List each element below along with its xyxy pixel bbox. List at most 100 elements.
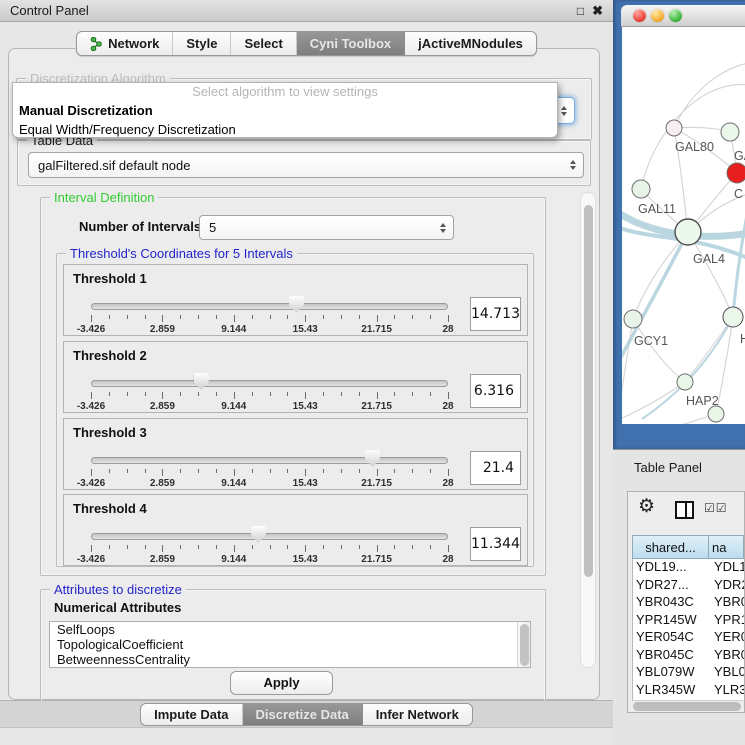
table-data-combo[interactable]: galFiltered.sif default node [28,152,584,178]
content-vertical-scrollbar[interactable] [580,192,596,668]
cell[interactable]: YBR0 [710,647,744,665]
table-horizontal-scrollbar[interactable] [632,700,743,712]
threshold-1-value-field[interactable]: 14.713 [470,297,521,331]
threshold-2-slider[interactable]: -3.4262.8599.14415.4321.71528 [91,374,448,414]
list-item[interactable]: SelfLoops [50,622,530,637]
algorithm-placeholder-option[interactable]: Select algorithm to view settings [13,83,557,101]
slider-thumb[interactable] [289,296,304,313]
threshold-3-value-field[interactable]: 21.4 [470,451,521,485]
cell[interactable]: YBR0 [710,594,744,612]
table-row[interactable]: YBR045CYBR0 [633,647,744,665]
network-nodes[interactable] [624,120,745,422]
table-row[interactable]: YBL079WYBL0 [633,664,744,682]
scrollbar-thumb[interactable] [520,624,529,666]
slider-thumb[interactable] [194,373,209,390]
cell[interactable]: YDL19... [633,559,710,577]
tick-mark [377,315,378,322]
threshold-2-label: Threshold 2 [73,348,147,363]
table-row[interactable]: YPR145WYPR1 [633,612,744,630]
node-top-right[interactable] [721,123,739,141]
tick-mark [359,545,360,549]
cell[interactable]: YBR045C [633,647,710,665]
cell[interactable]: YDR27... [633,577,710,595]
numerical-attributes-list[interactable]: SelfLoops TopologicalCoefficient Between… [49,621,531,668]
tick-mark [216,545,217,549]
cell[interactable]: YER0 [710,629,744,647]
tick-mark [109,545,110,549]
cell[interactable]: YER054C [633,629,710,647]
tick-mark [394,315,395,319]
tab-infer-network[interactable]: Infer Network [363,704,472,725]
algorithm-option-equal-width[interactable]: Equal Width/Frequency Discretization [13,120,557,139]
tick-mark [305,469,306,476]
cell[interactable]: YDL1 [710,559,744,577]
tick-mark [448,392,449,399]
network-canvas[interactable]: GAL80 GA C GAL11 GAL4 GCY1 H HAP2 [622,27,745,424]
threshold-4-value-field[interactable]: 11.344 [470,527,521,561]
table-row[interactable]: YER054CYER0 [633,629,744,647]
node-gal80[interactable] [666,120,682,136]
tab-network-label: Network [108,36,159,51]
float-icon[interactable]: □ [577,4,584,18]
tick-mark [180,545,181,549]
close-icon[interactable]: ✖ [592,3,603,19]
tab-select[interactable]: Select [231,32,296,55]
node-gal11[interactable] [632,180,650,198]
threshold-2-value-field[interactable]: 6.316 [470,374,521,408]
table-row[interactable]: YBR043CYBR0 [633,594,744,612]
num-intervals-combo[interactable]: 5 [199,215,454,240]
close-traffic-light[interactable] [633,9,646,22]
column-header-shared-name[interactable]: shared... [632,535,709,559]
tab-discretize-data[interactable]: Discretize Data [243,704,363,725]
tab-network[interactable]: Network [77,32,173,55]
table-row[interactable]: YLR345WYLR3 [633,682,744,700]
node-h[interactable] [723,307,743,327]
slider-thumb[interactable] [365,450,380,467]
gear-icon[interactable]: ⚙ [638,495,655,518]
list-item[interactable]: TopologicalCoefficient [50,637,530,652]
column-layout-icon[interactable] [675,501,694,519]
slider-scale-labels: -3.4262.8599.14415.4321.71528 [91,478,448,490]
cell[interactable]: YPR145W [633,612,710,630]
cell[interactable]: YBL079W [633,664,710,682]
node-gal4[interactable] [675,219,701,245]
node-bottom-partial[interactable] [708,406,724,422]
slider-track[interactable] [91,303,448,310]
algorithm-option-manual[interactable]: Manual Discretization [13,101,557,120]
cell[interactable]: YLR345W [633,682,710,700]
attributes-list-scrollbar[interactable] [517,622,530,667]
node-gcy1[interactable] [624,310,642,328]
threshold-3-slider[interactable]: -3.4262.8599.14415.4321.71528 [91,451,448,491]
list-item[interactable]: BetweennessCentrality [50,652,530,667]
scrollbar-thumb[interactable] [584,205,593,577]
slider-track[interactable] [91,533,448,540]
node-red-selected[interactable] [727,163,745,183]
minimize-traffic-light[interactable] [651,9,664,22]
cell[interactable]: YBL0 [710,664,744,682]
combo-arrows-icon [440,223,446,233]
tick-mark [412,315,413,319]
cell[interactable]: YDR2 [710,577,744,595]
tab-style[interactable]: Style [173,32,231,55]
apply-button[interactable]: Apply [230,671,333,695]
table-row[interactable]: YDR27...YDR2 [633,577,744,595]
node-hap2[interactable] [677,374,693,390]
threshold-1-slider[interactable]: -3.4262.8599.14415.4321.71528 [91,297,448,337]
tab-impute-data[interactable]: Impute Data [141,704,242,725]
threshold-4-slider[interactable]: -3.4262.8599.14415.4321.71528 [91,527,448,567]
tab-jactivemnodules[interactable]: jActiveMNodules [405,32,536,55]
slider-thumb[interactable] [251,526,266,543]
slider-track[interactable] [91,380,448,387]
checkbox-icons[interactable]: ☑☑ [704,501,728,515]
tab-cyni-toolbox[interactable]: Cyni Toolbox [297,32,405,55]
slider-track[interactable] [91,457,448,464]
cell[interactable]: YLR3 [710,682,744,700]
scrollbar-thumb[interactable] [633,702,741,711]
cell[interactable]: YPR1 [710,612,744,630]
table-row[interactable]: YDL19...YDL1 [633,559,744,577]
node-label: GCY1 [634,334,668,348]
column-header-name[interactable]: na [709,535,744,559]
scale-label: 21.715 [361,324,392,335]
zoom-traffic-light[interactable] [669,9,682,22]
cell[interactable]: YBR043C [633,594,710,612]
